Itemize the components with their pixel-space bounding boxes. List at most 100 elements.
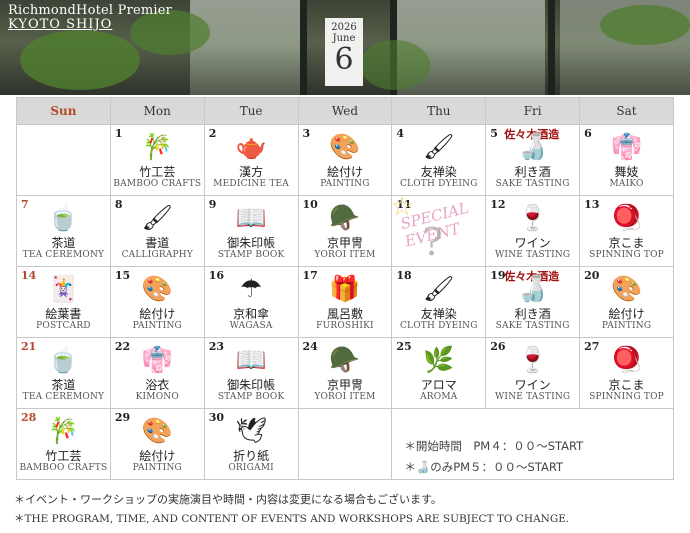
brand-name: RichmondHotel Premier (8, 3, 173, 18)
event-icon: 🎨 (141, 274, 173, 303)
event-name-en: SPINNING TOP (589, 250, 664, 260)
day-cell: 22 👘 浴衣 KIMONO (109, 337, 205, 409)
empty-day-cell (16, 124, 111, 196)
day-cell: 9 📖 御朱印帳 STAMP BOOK (203, 195, 299, 267)
event-name-jp: 絵付け (608, 307, 645, 321)
weekday-fri: Fri (485, 97, 581, 125)
day-cell: 14 🃏 絵葉書 POSTCARD (16, 266, 111, 338)
event-icon: 🍷 (517, 345, 549, 374)
event-name-jp: 竹工芸 (139, 165, 176, 179)
day-cell: 6 👘 舞妓 MAIKO (579, 124, 674, 196)
event-icon: 🎨 (329, 132, 361, 161)
event-icon: 📖 (235, 203, 267, 232)
event-icon: 🍶 (517, 274, 549, 303)
event-name-en: CALLIGRAPHY (121, 250, 193, 260)
tree-foliage (20, 30, 140, 90)
day-cell: 15 🎨 絵付け PAINTING (109, 266, 205, 338)
event-icon: ☂ (239, 274, 263, 303)
tree-foliage (360, 40, 430, 90)
event-icon: 🖌 (422, 274, 455, 303)
week-row: 1 🎋 竹工芸 BAMBOO CRAFTS 2 🫖 漢方 MEDICINE TEA 3 🎨 絵付け P… (16, 124, 674, 196)
weekday-tue: Tue (203, 97, 299, 125)
window-post (300, 0, 307, 95)
event-name-en: CLOTH DYEING (399, 321, 478, 331)
header-photo: RichmondHotel Premier KYOTO SHIJO 2026 J… (0, 0, 690, 95)
question-mark-icon: ? (422, 220, 443, 264)
event-name-jp: 絵葉書 (45, 307, 82, 321)
event-icon: 🪀 (610, 203, 643, 232)
day-cell: 27 🪀 京こま SPINNING TOP (579, 337, 674, 409)
event-name-jp: 絵付け (139, 449, 176, 463)
day-cell: 28 🎋 竹工芸 BAMBOO CRAFTS (16, 408, 111, 480)
event-name-en: STAMP BOOK (217, 250, 285, 260)
event-name-en: PAINTING (132, 321, 182, 331)
event-name-jp: 風呂敷 (326, 307, 363, 321)
week-row: 28 🎋 竹工芸 BAMBOO CRAFTS 29 🎨 絵付け PAINTING 30 🕊 折り紙 O… (16, 408, 674, 480)
event-name-en: SAKE TASTING (495, 321, 570, 331)
footer-note-jp: ＊イベント・ワークショップの実施演目や時間・内容は変更になる場合もございます。 (14, 493, 442, 506)
start-time-notes: ＊開始時間 PM４：００～START ＊🍶のみPM５：００～START (391, 408, 674, 480)
day-cell: 3 🎨 絵付け PAINTING (297, 124, 393, 196)
day-cell: 30 🕊 折り紙 ORIGAMI (203, 408, 299, 480)
event-name-jp: 絵付け (326, 165, 363, 179)
event-name-en: MEDICINE TEA (213, 179, 289, 189)
event-icon: 🕊 (235, 416, 267, 445)
event-icon: 👘 (610, 132, 643, 161)
event-name-jp: 友禅染 (420, 307, 457, 321)
weekday-wed: Wed (297, 97, 393, 125)
event-name-en: BAMBOO CRAFTS (113, 179, 202, 189)
event-name-jp: 茶道 (51, 236, 76, 250)
weekday-header-row: Sun Mon Tue Wed Thu Fri Sat (16, 97, 674, 125)
day-cell: 18 🖌 友禅染 CLOTH DYEING (391, 266, 487, 338)
event-icon: 🍵 (47, 203, 79, 232)
event-name-en: FUROSHIKI (316, 321, 374, 331)
event-name-en: WINE TASTING (494, 250, 571, 260)
event-icon: 🎨 (141, 416, 173, 445)
month-badge: 2026 June 6 (325, 18, 363, 86)
day-cell: 1 🎋 竹工芸 BAMBOO CRAFTS (109, 124, 205, 196)
event-icon: 🖌 (141, 203, 174, 232)
month-number: 6 (334, 42, 354, 77)
day-cell: 10 🪖 京甲冑 YOROI ITEM (297, 195, 393, 267)
event-icon: 🍵 (47, 345, 79, 374)
event-icon: 🍶 (517, 132, 549, 161)
day-cell: 17 🎁 風呂敷 FUROSHIKI (297, 266, 393, 338)
event-icon: 🍷 (517, 203, 549, 232)
brand-location: KYOTO SHIJO (8, 17, 113, 32)
event-name-en: ORIGAMI (228, 463, 274, 473)
day-cell: 13 🪀 京こま SPINNING TOP (579, 195, 674, 267)
event-name-en: PAINTING (320, 179, 370, 189)
day-cell: 7 🍵 茶道 TEA CEREMONY (16, 195, 111, 267)
weekday-thu: Thu (391, 97, 487, 125)
event-icon: 🫖 (235, 132, 267, 161)
event-icon: 🎋 (47, 416, 79, 445)
event-name-en: CLOTH DYEING (399, 179, 478, 189)
event-name-jp: 茶道 (51, 378, 76, 392)
event-name-en: PAINTING (132, 463, 182, 473)
event-name-jp: 漢方 (239, 165, 264, 179)
event-name-en: SAKE TASTING (495, 179, 570, 189)
day-cell: 24 🪖 京甲冑 YOROI ITEM (297, 337, 393, 409)
weekday-mon: Mon (109, 97, 205, 125)
day-cell: 11 ☆ SPECIAL EVENT? (390, 192, 487, 267)
event-name-jp: 京甲冑 (326, 236, 363, 250)
event-name-jp: 京こま (608, 378, 645, 392)
window-light (190, 0, 300, 95)
event-icon: 🪀 (610, 345, 643, 374)
footer-note-en: ＊THE PROGRAM, TIME, AND CONTENT OF EVENT… (14, 513, 570, 525)
day-cell: 29 🎨 絵付け PAINTING (109, 408, 205, 480)
notes-box: ＊開始時間 PM４：００～START ＊🍶のみPM５：００～START (392, 409, 673, 479)
event-name-jp: アロマ (420, 378, 457, 392)
event-name-jp: 京和傘 (233, 307, 270, 321)
event-name-en: TEA CEREMONY (22, 250, 105, 260)
day-cell: 4 🖌 友禅染 CLOTH DYEING (391, 124, 487, 196)
event-name-en: POSTCARD (36, 321, 91, 331)
event-name-jp: 友禅染 (420, 165, 457, 179)
event-icon: 🎋 (141, 132, 173, 161)
calendar-grid: Sun Mon Tue Wed Thu Fri Sat 1 🎋 竹工芸 BAMBOO … (16, 97, 674, 480)
day-cell: 23 📖 御朱印帳 STAMP BOOK (203, 337, 299, 409)
event-name-en: YOROI ITEM (314, 392, 376, 402)
event-name-en: SPINNING TOP (589, 392, 664, 402)
event-icon: 🌿 (423, 345, 455, 374)
event-name-en: YOROI ITEM (314, 250, 376, 260)
